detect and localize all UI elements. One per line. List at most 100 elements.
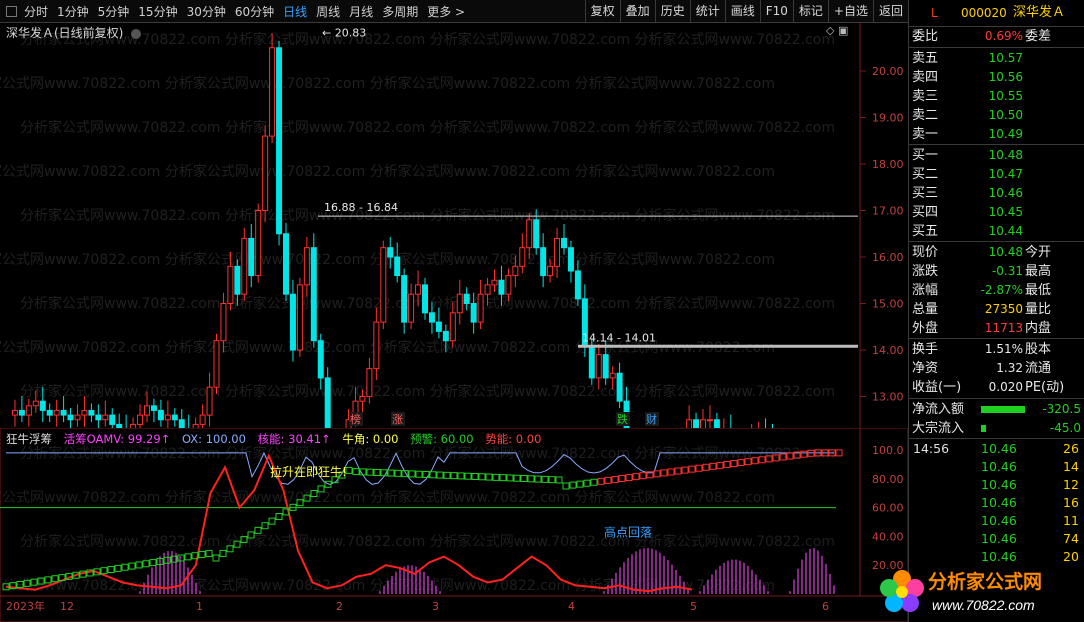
bid-row-value: 10.47 <box>988 167 1023 181</box>
candle-body <box>46 409 53 416</box>
stat-row-value: -0.31 <box>991 264 1023 278</box>
candle-body <box>199 414 206 425</box>
draw-button[interactable]: 画线 <box>724 0 760 22</box>
period-tab-daily[interactable]: 日线 <box>283 3 307 20</box>
more-button[interactable]: 更多 > <box>427 3 465 20</box>
trend-box <box>674 467 682 475</box>
toolbar-checkbox[interactable] <box>6 6 17 17</box>
trend-box <box>569 481 577 489</box>
period-tab[interactable]: 1分钟 <box>57 3 89 20</box>
indicator-horn: 牛角: 0.00 <box>342 432 399 446</box>
candle-body <box>616 372 623 402</box>
candle-body <box>283 233 289 295</box>
flow-row: 净流入额 -320.5 <box>912 402 1081 417</box>
trend-box <box>135 561 143 569</box>
candle-body <box>144 405 150 416</box>
candle-body <box>74 414 81 421</box>
period-tab[interactable]: 60分钟 <box>235 3 274 20</box>
trend-box <box>653 470 661 478</box>
period-tab[interactable]: 多周期 <box>382 3 418 20</box>
indicator-tick-label: 60.00 <box>872 502 904 515</box>
back-button[interactable]: 返回 <box>872 0 908 22</box>
period-tab[interactable]: 5分钟 <box>98 3 130 20</box>
period-tab[interactable]: 月线 <box>349 3 373 20</box>
candle-body <box>234 265 241 295</box>
trade-price: 10.46 <box>981 495 1017 510</box>
chart-title-bar: 深华发Ａ(日线前复权) <box>6 24 142 41</box>
stat-row: 外盘 11713 内盘 <box>909 319 1084 338</box>
add-watchlist-button[interactable]: +自选 <box>827 0 873 22</box>
price-tick-label: 18.00 <box>872 158 904 171</box>
candle-body <box>561 237 567 249</box>
trend-box <box>688 465 696 473</box>
stat-row-right: 今开 <box>1025 245 1052 260</box>
trend-box <box>163 556 171 564</box>
indicator-energy: 核能: 30.41↑ <box>257 432 331 446</box>
fuquan-button[interactable]: 复权 <box>584 0 620 22</box>
trend-box <box>184 553 192 561</box>
bid-row-value: 10.45 <box>988 205 1023 219</box>
candle-body <box>533 219 540 249</box>
trade-volume: 16 <box>1063 495 1079 510</box>
resistance-label: 16.88 - 16.84 <box>324 201 398 214</box>
trend-box <box>527 475 535 483</box>
trend-box <box>436 471 444 479</box>
candle-body <box>442 330 449 342</box>
chart-options-icon[interactable] <box>131 28 142 39</box>
candle-body <box>540 247 547 277</box>
trend-box <box>100 567 108 575</box>
trend-box <box>443 471 451 479</box>
history-button[interactable]: 历史 <box>654 0 690 22</box>
ask-row-value: 10.50 <box>988 108 1023 122</box>
date-tick-label: 4 <box>568 600 575 613</box>
ask-row: 卖一 10.49 <box>909 125 1084 144</box>
candle-body <box>60 409 67 416</box>
candle-body <box>484 284 491 295</box>
candle-body <box>366 368 373 398</box>
trend-box <box>632 473 640 481</box>
period-tab[interactable]: 30分钟 <box>187 3 226 20</box>
stat2-row-value: 1.32 <box>996 361 1023 375</box>
indicator-momentum: 势能: 0.00 <box>485 432 542 446</box>
date-tick-label: 6 <box>822 600 829 613</box>
stat-row: 涨跌 -0.31 最高 <box>909 262 1084 281</box>
trade-price: 10.46 <box>981 441 1017 456</box>
candlestick-chart[interactable]: 分析家公式网www.70822.com 分析家公式网www.70822.com … <box>0 22 908 428</box>
indicator-name[interactable]: 狂牛浮筹 <box>6 432 52 446</box>
candle-body <box>470 303 477 323</box>
candle-body <box>67 414 74 421</box>
trend-box <box>345 466 353 474</box>
ask-row-label: 卖一 <box>912 127 939 142</box>
stats-button[interactable]: 统计 <box>689 0 725 22</box>
candle-body <box>310 247 317 342</box>
period-tab[interactable]: 周线 <box>316 3 340 20</box>
candle-body <box>463 293 470 305</box>
trend-box <box>485 473 493 481</box>
weibi-row: 委比 0.69% 委差 <box>912 29 1052 44</box>
overlay-button[interactable]: 叠加 <box>619 0 655 22</box>
candle-body <box>700 419 706 428</box>
date-tick-label: 1 <box>196 600 203 613</box>
date-tick-label: 2 <box>336 600 343 613</box>
f10-button[interactable]: F10 <box>759 0 793 22</box>
trade-row: 14:56 10.46 26 <box>909 440 1084 458</box>
candle-body <box>220 303 227 342</box>
indicator-chart[interactable]: 分析家公式网www.70822.com 分析家公式网www.70822.com … <box>0 428 908 622</box>
stat2-row-value: 0.020 <box>988 380 1023 394</box>
date-tick-label: 5 <box>690 600 697 613</box>
chart-corner-icons[interactable]: ◇ ▣ <box>826 24 848 37</box>
candle-body <box>693 419 700 428</box>
period-tab[interactable]: 分时 <box>24 3 48 20</box>
candle-body <box>477 293 484 323</box>
mark-button[interactable]: 标记 <box>792 0 828 22</box>
candle-body <box>248 237 255 277</box>
candle-body <box>241 237 248 295</box>
stat2-row-label: 换手 <box>912 342 939 357</box>
candle-body <box>505 275 512 295</box>
price-axis: 20.00 19.00 18.00 17.00 16.00 15.00 14.00 13.00… <box>860 65 904 404</box>
period-tab[interactable]: 15分钟 <box>138 3 177 20</box>
trend-box <box>429 471 437 479</box>
candle-body <box>547 265 554 277</box>
candle-body <box>32 400 39 407</box>
trade-time: 14:56 <box>913 441 950 456</box>
